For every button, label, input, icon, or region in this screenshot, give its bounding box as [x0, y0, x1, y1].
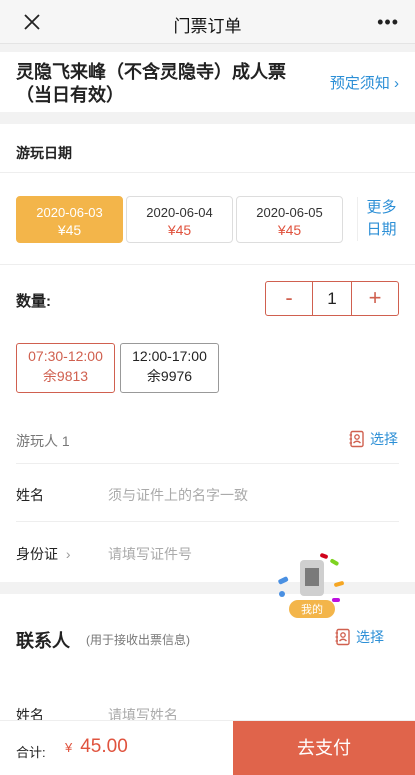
- divider: [0, 172, 415, 173]
- traveler-label: 游玩人 1: [16, 433, 70, 449]
- quantity-value[interactable]: 1: [312, 282, 352, 315]
- order-details-section: 数量: - 1 + 07:30-12:00 余9813 12:00-17:00 …: [0, 264, 415, 582]
- total-value: 45.00: [80, 736, 128, 757]
- ticket-title-card: 灵隐飞来峰（不含灵隐寺）成人票（当日有效） 预定须知 ›: [0, 52, 415, 112]
- traveler-name-input[interactable]: 须与证件上的名字一致: [108, 485, 248, 505]
- avatar-blur: [305, 568, 319, 586]
- chevron-right-icon: ›: [65, 546, 71, 562]
- date-option-1[interactable]: 2020-06-03 ¥45: [16, 196, 123, 243]
- traveler-name-label: 姓名: [16, 487, 44, 503]
- time-slot-time: 12:00-17:00: [132, 348, 207, 364]
- select-contact-button[interactable]: 选择: [334, 627, 384, 647]
- currency-symbol: ¥: [65, 740, 73, 755]
- select-contact-label: 选择: [356, 629, 384, 645]
- section-gap: [0, 582, 415, 594]
- more-icon[interactable]: •••: [377, 12, 399, 33]
- pay-button[interactable]: 去支付: [233, 721, 415, 775]
- select-traveler-label: 选择: [370, 431, 398, 447]
- divider: [16, 521, 399, 522]
- id-type-label: 身份证: [16, 546, 58, 562]
- total-label: 合计:: [16, 745, 46, 760]
- contact-book-icon: [349, 430, 364, 448]
- chevron-right-icon: ›: [394, 75, 399, 92]
- id-type-selector[interactable]: 身份证 ›: [16, 544, 71, 564]
- date-option-price: ¥45: [277, 222, 302, 238]
- id-number-input[interactable]: 请填写证件号: [108, 544, 192, 564]
- more-dates-label-2: 日期: [366, 221, 397, 238]
- quantity-stepper: - 1 +: [265, 281, 399, 316]
- date-option-date: 2020-06-04: [146, 205, 213, 220]
- time-slot-remaining: 余9813: [42, 368, 89, 384]
- quantity-label: 数量:: [16, 293, 51, 310]
- more-dates-label-1: 更多: [366, 199, 397, 216]
- floating-profile-widget[interactable]: 我的: [272, 548, 352, 628]
- contact-book-icon: [335, 628, 350, 646]
- date-option-price: ¥45: [57, 222, 82, 238]
- time-slot-remaining: 余9976: [146, 368, 193, 384]
- checkout-bar: 合计: ¥45.00 去支付: [0, 720, 415, 775]
- divider: [16, 463, 399, 464]
- more-dates-button[interactable]: 更多 日期: [357, 197, 405, 241]
- visit-date-section: 游玩日期 2020-06-03 ¥45 2020-06-04 ¥45 2020-…: [0, 124, 415, 264]
- date-option-date: 2020-06-03: [36, 205, 103, 220]
- time-slot-2[interactable]: 12:00-17:00 余9976: [120, 343, 219, 393]
- ticket-title: 灵隐飞来峰（不含灵隐寺）成人票（当日有效）: [16, 62, 286, 105]
- total-amount: ¥45.00: [65, 736, 128, 758]
- nav-bar: 门票订单 •••: [0, 0, 415, 44]
- time-slot-time: 07:30-12:00: [28, 348, 103, 364]
- date-option-3[interactable]: 2020-06-05 ¥45: [236, 196, 343, 243]
- increase-button[interactable]: +: [352, 282, 398, 315]
- booking-notice-link[interactable]: 预定须知 ›: [330, 72, 399, 93]
- contact-hint: (用于接收出票信息): [86, 633, 190, 647]
- my-badge-label: 我的: [301, 602, 323, 616]
- date-option-price: ¥45: [167, 222, 192, 238]
- visit-date-label: 游玩日期: [16, 145, 72, 161]
- date-option-2[interactable]: 2020-06-04 ¥45: [126, 196, 233, 243]
- time-slot-1[interactable]: 07:30-12:00 余9813: [16, 343, 115, 393]
- date-option-date: 2020-06-05: [256, 205, 323, 220]
- page-title: 门票订单: [173, 17, 242, 36]
- contact-title: 联系人: [16, 631, 70, 651]
- booking-notice-label: 预定须知: [329, 75, 390, 92]
- select-traveler-button[interactable]: 选择: [348, 429, 398, 449]
- decrease-button[interactable]: -: [266, 282, 312, 315]
